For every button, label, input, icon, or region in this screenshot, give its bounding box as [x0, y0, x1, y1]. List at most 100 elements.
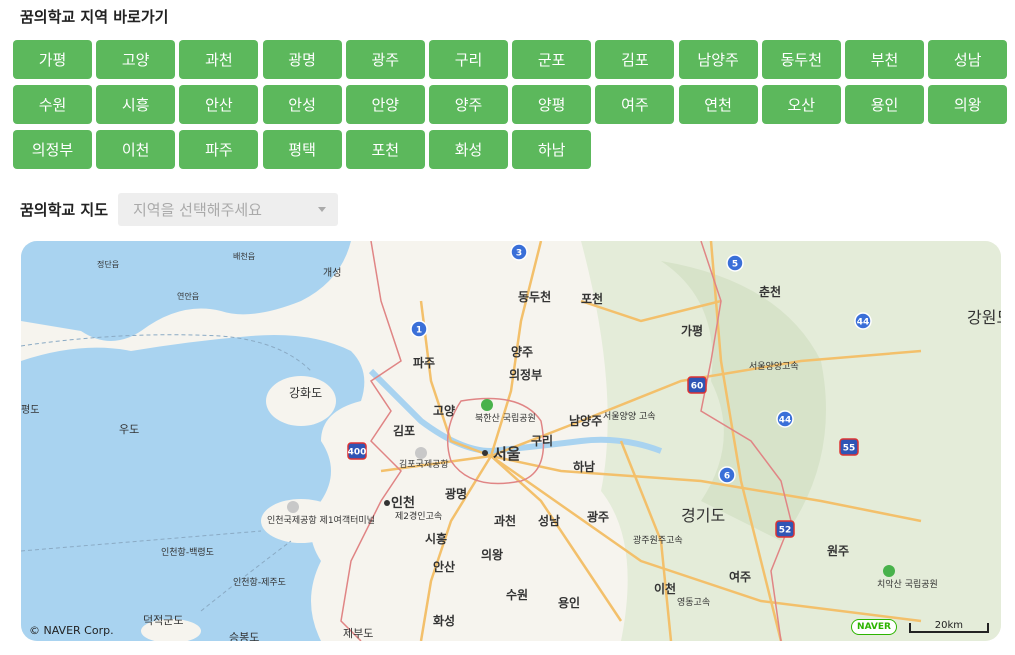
route-shield-number: 6 [724, 472, 730, 482]
map-copyright: © NAVER Corp. [29, 624, 114, 637]
map-label: 승봉도 [229, 631, 259, 641]
region-button[interactable]: 포천 [345, 130, 425, 169]
city-marker-seoul [482, 450, 488, 456]
map-section-title: 꿈의학교 지도 [20, 201, 109, 219]
map-label: 광주원주고속 [633, 534, 683, 546]
map-label: 의정부 [509, 367, 542, 382]
map-label: 이천 [654, 581, 676, 596]
region-button[interactable]: 안성 [262, 85, 342, 124]
region-button[interactable]: 동두천 [761, 40, 841, 79]
region-button[interactable]: 군포 [512, 40, 592, 79]
map-canvas[interactable]: 3 5 1 44 60 44 400 55 6 52 동두천 포천 춘천가평파주 양주의정부 강원도강화도… [21, 241, 1001, 641]
map-label: 인천 [391, 495, 415, 511]
region-button[interactable]: 광명 [262, 40, 342, 79]
region-button[interactable]: 하남 [512, 130, 592, 169]
route-shield-number: 55 [843, 444, 856, 454]
park-icon [481, 399, 493, 411]
region-button[interactable]: 수원 [13, 85, 92, 124]
region-button[interactable]: 안산 [179, 85, 259, 124]
map-view[interactable]: 3 5 1 44 60 44 400 55 6 52 동두천 포천 춘천가평파주 양주의정부 강원도강화도… [21, 241, 1001, 641]
map-label: 인천항-백령도 [161, 546, 214, 558]
map-label: 화성 [433, 613, 455, 628]
region-button[interactable]: 과천 [179, 40, 259, 79]
chevron-down-icon [318, 207, 326, 212]
map-label: 성남 [538, 513, 560, 528]
region-button[interactable]: 시흥 [96, 85, 176, 124]
map-label: 과천 [494, 513, 516, 528]
route-shield-icon: 60 [687, 376, 707, 394]
map-label: 우도 [119, 423, 139, 436]
regions-section-title: 꿈의학교 지역 바로가기 [20, 8, 169, 26]
route-shield-number: 52 [779, 526, 792, 536]
map-label: 파주 [413, 355, 435, 370]
region-button[interactable]: 김포 [595, 40, 675, 79]
map-label: 강화도 [289, 386, 322, 400]
map-label: 영동고속 [677, 597, 710, 608]
region-button[interactable]: 구리 [429, 40, 508, 79]
route-shield-number: 1 [416, 326, 422, 336]
map-label: 강원도 [967, 308, 1001, 327]
region-button[interactable]: 성남 [928, 40, 1008, 79]
region-button[interactable]: 이천 [96, 130, 176, 169]
map-label: 원주 [827, 544, 849, 558]
map-label: 제부도 [343, 627, 373, 640]
region-button[interactable]: 양평 [512, 85, 592, 124]
map-label: 가평 [681, 323, 703, 338]
region-button[interactable]: 용인 [845, 85, 924, 124]
route-shield-icon: 1 [410, 320, 428, 338]
map-label: 의왕 [481, 547, 503, 562]
route-shield-icon: 3 [510, 243, 528, 261]
region-button[interactable]: 광주 [345, 40, 425, 79]
map-label: 서울양양 고속 [603, 411, 656, 422]
park-icon [883, 565, 895, 577]
region-button[interactable]: 고양 [96, 40, 176, 79]
region-button[interactable]: 안양 [345, 85, 425, 124]
map-label: 고양 [433, 403, 455, 418]
route-shield-number: 400 [348, 448, 367, 458]
map-label: 광명 [445, 486, 467, 501]
map-label: 서울양양고속 [749, 361, 799, 372]
map-label: 경기도 [681, 506, 725, 525]
map-label: 정단읍 [97, 259, 119, 269]
region-button[interactable]: 파주 [179, 130, 259, 169]
map-label: 제2경인고속 [395, 510, 442, 522]
region-select[interactable]: 지역을 선택해주세요 [118, 193, 338, 226]
route-shield-number: 44 [857, 318, 870, 328]
route-shield-icon: 6 [718, 466, 736, 484]
map-label: 덕적군도 [143, 614, 183, 627]
map-label: 인천국제공항 제1여객터미널 [267, 514, 375, 526]
region-button[interactable]: 의왕 [928, 85, 1008, 124]
route-shield-number: 60 [691, 382, 704, 392]
map-label: 광주 [587, 509, 609, 524]
route-shield-number: 44 [779, 416, 792, 426]
map-label: 시흥 [425, 531, 447, 546]
map-label: 개성 [323, 267, 341, 279]
region-button[interactable]: 연천 [678, 85, 758, 124]
region-button[interactable]: 오산 [761, 85, 841, 124]
map-label: 포천 [581, 291, 603, 306]
region-button[interactable]: 여주 [595, 85, 675, 124]
map-label: 평도 [21, 404, 39, 416]
map-label: 서울 [493, 445, 521, 463]
region-button[interactable]: 평택 [262, 130, 342, 169]
route-shield-icon: 400 [347, 442, 367, 460]
map-label: 수원 [506, 588, 528, 602]
route-shield-number: 3 [516, 249, 522, 259]
map-label: 김포 [393, 423, 415, 438]
map-label: 연안읍 [177, 291, 199, 301]
route-shield-icon: 52 [775, 520, 795, 538]
region-button[interactable]: 가평 [13, 40, 92, 79]
route-shield-icon: 5 [726, 254, 744, 272]
region-button[interactable]: 의정부 [13, 130, 92, 169]
map-island-ganghwa [266, 376, 336, 426]
map-label: 북한산 국립공원 [475, 413, 536, 424]
airport-icon [415, 447, 427, 459]
region-button[interactable]: 화성 [429, 130, 508, 169]
route-shield-icon: 44 [854, 312, 872, 330]
map-label: 치악산 국립공원 [877, 578, 938, 590]
region-button[interactable]: 부천 [845, 40, 924, 79]
region-button[interactable]: 양주 [429, 85, 508, 124]
region-button[interactable]: 남양주 [678, 40, 758, 79]
map-label: 김포국제공항 [399, 458, 449, 470]
naver-logo[interactable]: NAVER [851, 619, 897, 635]
